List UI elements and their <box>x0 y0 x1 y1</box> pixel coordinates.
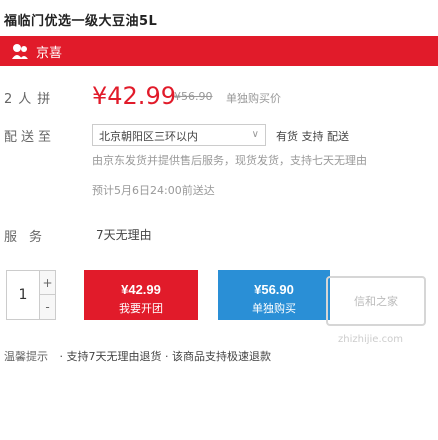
single-buy-price: ¥56.90 <box>254 282 294 297</box>
shipping-label: 配送至 <box>4 130 56 145</box>
group-buy-label: 我要开团 <box>119 303 163 315</box>
chevron-down-icon: ∨ <box>251 129 259 140</box>
price-note: 单独购买价 <box>226 92 281 105</box>
minus-button[interactable]: - <box>39 295 55 319</box>
group-buy-button[interactable]: ¥42.99 我要开团 <box>84 270 198 320</box>
delivery-date: 预计5月6日24:00前送达 <box>92 184 215 197</box>
shop-name: 京喜 <box>36 45 63 61</box>
stock-status: 有货 支持 配送 <box>276 130 349 143</box>
group-buy-price: ¥42.99 <box>121 282 161 297</box>
shipping-info: 由京东发货并提供售后服务，现货发货，支持七天无理由 <box>92 154 367 167</box>
quantity-value[interactable]: 1 <box>7 271 39 319</box>
group-price: ¥42.99 <box>92 82 176 110</box>
single-buy-button[interactable]: ¥56.90 单独购买 <box>218 270 330 320</box>
original-price: ¥56.90 <box>174 90 213 103</box>
page-title: 福临门优选一级大豆油5L <box>4 14 158 29</box>
quantity-stepper: 1 + - <box>6 270 56 320</box>
service-value: 7天无理由 <box>96 228 152 242</box>
single-buy-label: 单独购买 <box>252 303 296 315</box>
tips-label: 温馨提示 <box>4 350 48 363</box>
price-row: 2人拼 ¥42.99 ¥56.90 单独购买价 <box>0 82 438 110</box>
service-label: 服务 <box>4 230 55 245</box>
price-label: 2人拼 <box>4 92 57 107</box>
shop-logo-icon <box>12 44 28 59</box>
shop-banner[interactable]: 京喜 <box>0 36 438 66</box>
tips-text: · 支持7天无理由退货 · 该商品支持极速退款 <box>59 350 271 363</box>
address-select[interactable]: 北京朝阳区三环以内 ∨ <box>92 124 266 146</box>
address-value: 北京朝阳区三环以内 <box>99 130 198 143</box>
watermark-logo: 信和之家 <box>326 276 426 326</box>
plus-button[interactable]: + <box>39 271 55 295</box>
watermark-url: zhizhijie.com <box>338 334 403 345</box>
tips-row: 温馨提示 · 支持7天无理由退货 · 该商品支持极速退款 <box>4 348 271 364</box>
